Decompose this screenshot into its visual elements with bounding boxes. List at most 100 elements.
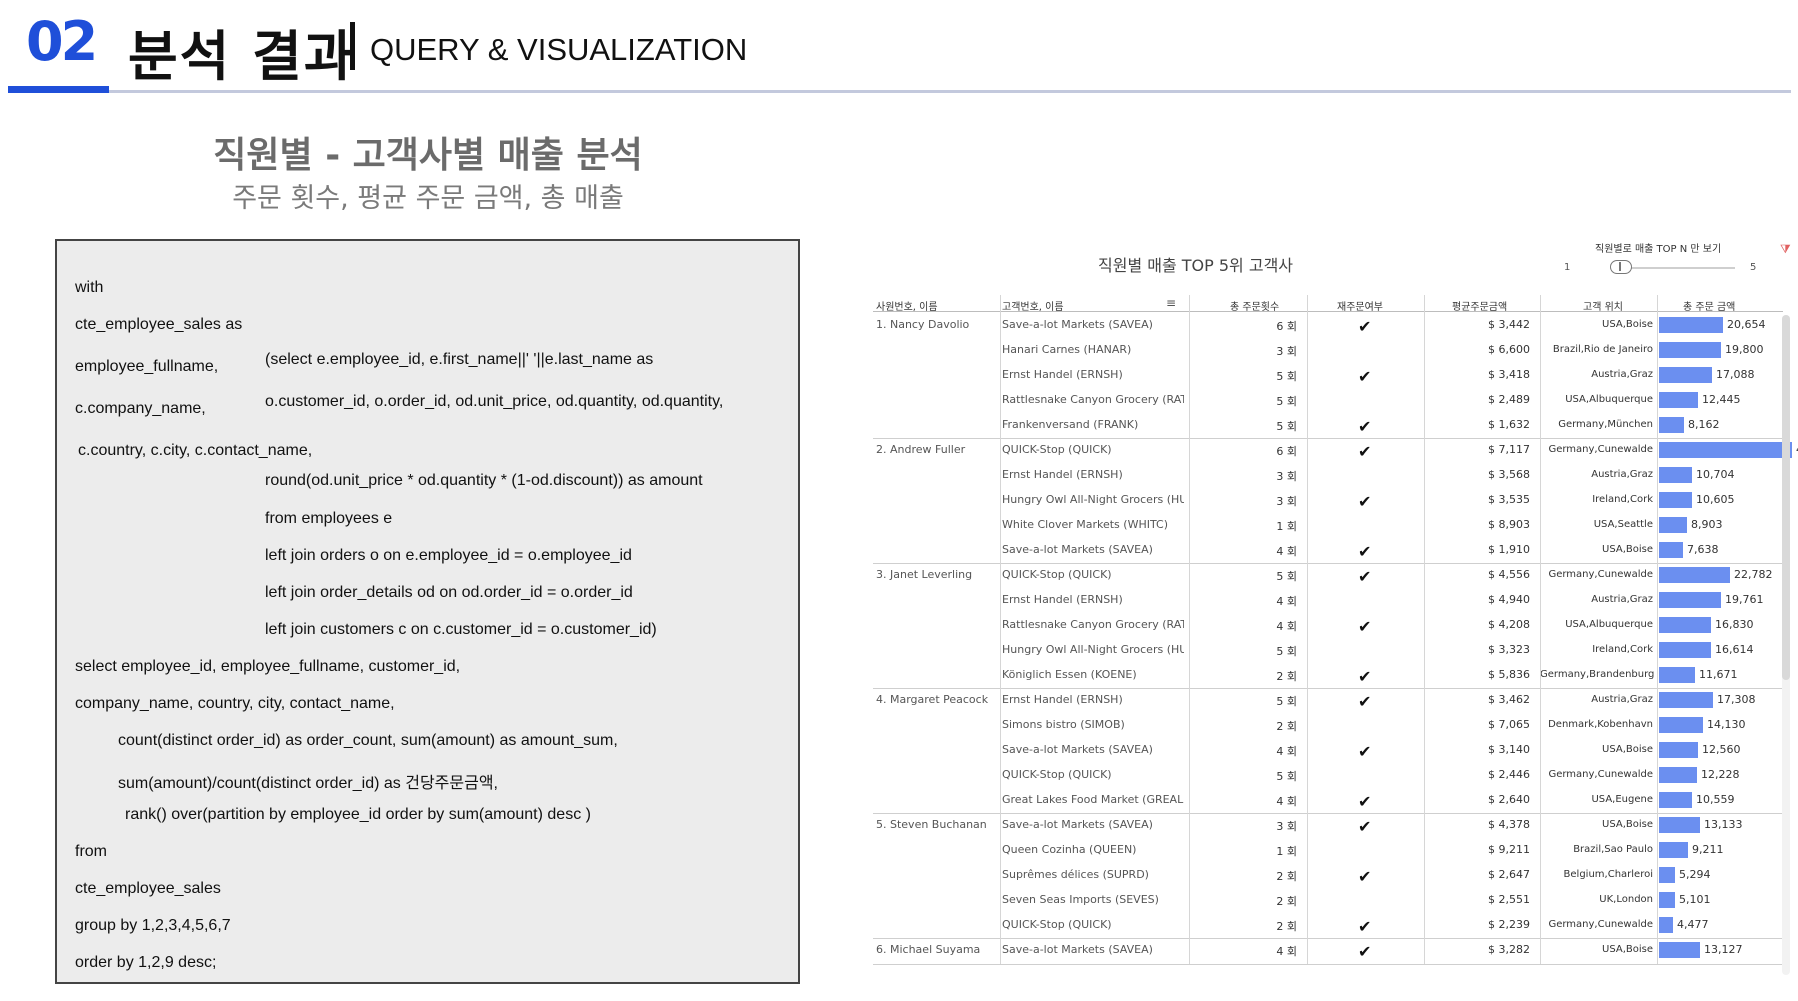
customer-name[interactable]: Ernst Handel (ERNSH) [1002,593,1184,606]
viz-title: 직원별 매출 TOP 5위 고객사 [1098,256,1294,275]
total-amount-bar[interactable] [1659,367,1712,383]
total-amount-bar[interactable] [1659,942,1700,958]
order-count: 5 회 [1276,420,1297,433]
total-amount-label: 17,088 [1716,368,1755,381]
customer-name[interactable]: QUICK-Stop (QUICK) [1002,568,1184,581]
clear-filter-icon[interactable]: ⧩ [1780,242,1791,257]
customer-name[interactable]: Save-a-lot Markets (SAVEA) [1002,818,1184,831]
employee-label[interactable]: 1. Nancy Davolio [876,318,969,331]
total-amount-bar[interactable] [1659,417,1684,433]
reorder-check-icon: ✔ [1358,917,1372,936]
customer-name[interactable]: Save-a-lot Markets (SAVEA) [1002,543,1184,556]
total-amount-bar[interactable] [1659,667,1695,683]
customer-name[interactable]: QUICK-Stop (QUICK) [1002,443,1184,456]
sort-icon[interactable]: ≡ [1166,296,1176,310]
customer-location: Germany,Brandenburg [1540,669,1655,680]
column-divider [1000,295,1001,964]
customer-name[interactable]: Hanari Carnes (HANAR) [1002,343,1184,356]
employee-label[interactable]: 3. Janet Leverling [876,568,972,581]
total-amount-bar[interactable] [1659,542,1683,558]
total-amount-bar[interactable] [1659,617,1711,633]
customer-name[interactable]: Save-a-lot Markets (SAVEA) [1002,943,1184,956]
employee-label[interactable]: 4. Margaret Peacock [876,693,988,706]
employee-label[interactable]: 5. Steven Buchanan [876,818,987,831]
reorder-check-icon: ✔ [1358,317,1372,336]
customer-name[interactable]: Frankenversand (FRANK) [1002,418,1184,431]
order-count: 2 회 [1276,920,1297,933]
order-count: 4 회 [1276,620,1297,633]
scrollbar-thumb[interactable] [1782,315,1790,680]
total-amount-bar[interactable] [1659,842,1688,858]
total-amount-bar[interactable] [1659,492,1692,508]
customer-name[interactable]: QUICK-Stop (QUICK) [1002,768,1184,781]
customer-location: Brazil,Sao Paulo [1573,844,1653,855]
avg-order-amount: $ 2,647 [1488,868,1530,881]
sql-line: order by 1,2,9 desc; [75,954,217,971]
total-amount-bar[interactable] [1659,317,1723,333]
total-amount-bar[interactable] [1659,817,1700,833]
total-amount-label: 11,671 [1699,668,1738,681]
total-amount-label: 12,560 [1702,743,1741,756]
customer-location: Germany,Cunewalde [1548,569,1653,580]
customer-name[interactable]: Rattlesnake Canyon Grocery (RAT.. [1002,618,1184,631]
total-amount-bar[interactable] [1659,892,1675,908]
customer-location: USA,Boise [1602,544,1653,555]
avg-order-amount: $ 4,208 [1488,618,1530,631]
order-count: 6 회 [1276,320,1297,333]
total-amount-bar[interactable] [1659,692,1713,708]
total-amount-bar[interactable] [1659,592,1721,608]
customer-name[interactable]: Ernst Handel (ERNSH) [1002,468,1184,481]
topn-slider-track[interactable] [1620,267,1735,269]
total-amount-bar[interactable] [1659,342,1721,358]
customer-name[interactable]: Rattlesnake Canyon Grocery (RAT.. [1002,393,1184,406]
customer-name[interactable]: Great Lakes Food Market (GREAL) [1002,793,1184,806]
employee-label[interactable]: 2. Andrew Fuller [876,443,965,456]
customer-name[interactable]: White Clover Markets (WHITC) [1002,518,1184,531]
customer-name[interactable]: Königlich Essen (KOENE) [1002,668,1184,681]
avg-order-amount: $ 1,632 [1488,418,1530,431]
customer-name[interactable]: Queen Cozinha (QUEEN) [1002,843,1184,856]
total-amount-label: 14,130 [1707,718,1746,731]
total-amount-bar[interactable] [1659,867,1675,883]
customer-name[interactable]: Seven Seas Imports (SEVES) [1002,893,1184,906]
sql-line: from employees e [265,510,393,527]
total-amount-bar[interactable] [1659,392,1698,408]
customer-name[interactable]: Ernst Handel (ERNSH) [1002,693,1184,706]
avg-order-amount: $ 4,556 [1488,568,1530,581]
total-amount-bar[interactable] [1659,567,1730,583]
customer-name[interactable]: Hungry Owl All-Night Grocers (HU.. [1002,643,1184,656]
total-amount-bar[interactable] [1659,792,1692,808]
total-amount-bar[interactable] [1659,642,1711,658]
avg-order-amount: $ 7,065 [1488,718,1530,731]
reorder-check-icon: ✔ [1358,667,1372,686]
customer-location: USA,Boise [1602,744,1653,755]
sql-line: c.company_name, [75,400,206,417]
avg-order-amount: $ 5,836 [1488,668,1530,681]
total-amount-label: 19,800 [1725,343,1764,356]
customer-location: Germany,Cunewalde [1548,919,1653,930]
customer-name[interactable]: Suprêmes délices (SUPRD) [1002,868,1184,881]
customer-name[interactable]: QUICK-Stop (QUICK) [1002,918,1184,931]
total-amount-bar[interactable] [1659,467,1692,483]
avg-order-amount: $ 2,640 [1488,793,1530,806]
topn-slider-handle[interactable] [1610,260,1632,274]
customer-name[interactable]: Save-a-lot Markets (SAVEA) [1002,318,1184,331]
total-amount-bar[interactable] [1659,517,1687,533]
reorder-check-icon: ✔ [1358,617,1372,636]
total-amount-bar[interactable] [1659,717,1703,733]
total-amount-bar[interactable] [1659,917,1673,933]
total-amount-label: 10,559 [1696,793,1735,806]
total-amount-bar[interactable] [1659,767,1697,783]
sql-line: left join orders o on e.employee_id = o.… [265,547,632,564]
customer-name[interactable]: Simons bistro (SIMOB) [1002,718,1184,731]
employee-label[interactable]: 6. Michael Suyama [876,943,980,956]
customer-location: Ireland,Cork [1592,644,1653,655]
customer-name[interactable]: Hungry Owl All-Night Grocers (HU.. [1002,493,1184,506]
customer-name[interactable]: Ernst Handel (ERNSH) [1002,368,1184,381]
total-amount-bar[interactable] [1659,742,1698,758]
total-amount-bar[interactable] [1659,442,1792,458]
customer-name[interactable]: Save-a-lot Markets (SAVEA) [1002,743,1184,756]
customer-location: Brazil,Rio de Janeiro [1552,344,1653,355]
customer-location: Ireland,Cork [1592,494,1653,505]
group-divider [873,563,1783,564]
